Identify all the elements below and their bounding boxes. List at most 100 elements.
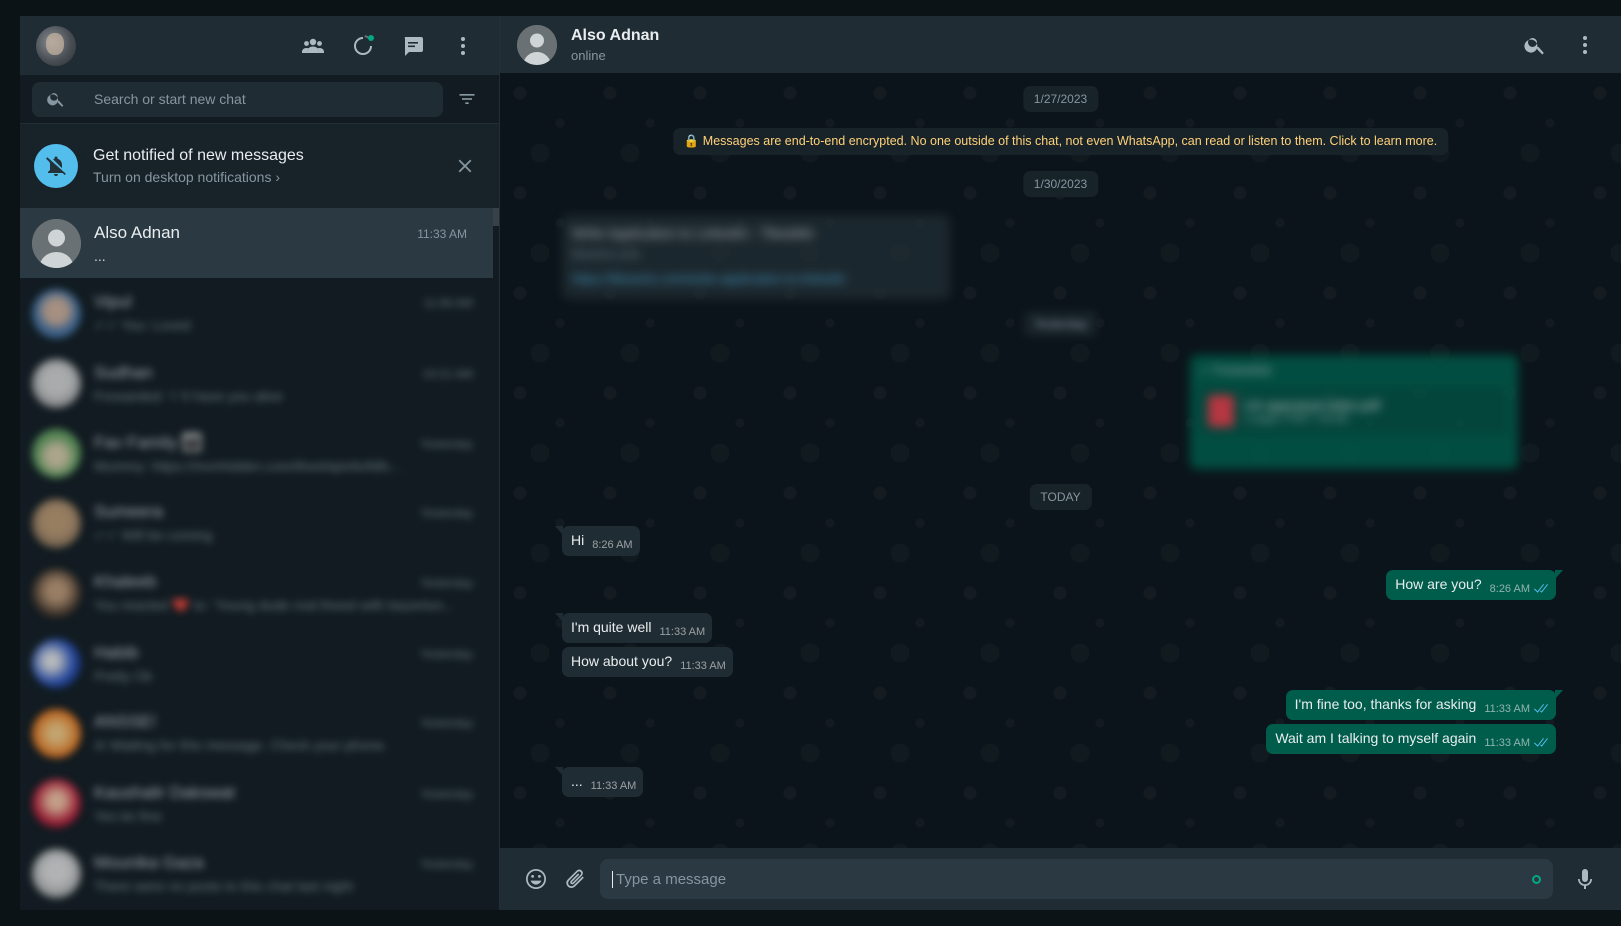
chat-name: Kaushalir Dakswat (94, 783, 235, 803)
chat-item[interactable]: Sudhan10:21 AM Forwarded: 'I 'II have yo… (20, 348, 499, 418)
filter-unread-button[interactable] (447, 79, 487, 119)
contact-avatar[interactable] (517, 25, 557, 65)
message-outgoing[interactable]: How are you? 8:26 AM (1386, 570, 1556, 600)
chat-item[interactable]: Fav Family 👨‍👩‍👦Yesterday Mummy: https:/… (20, 418, 499, 488)
chat-list-scrollbar[interactable] (493, 208, 499, 226)
notification-banner[interactable]: Get notified of new messages Turn on des… (20, 124, 499, 208)
sidebar-menu-button[interactable] (443, 26, 483, 66)
emoji-button[interactable] (516, 859, 556, 899)
chat-item[interactable]: ANSSE!Yesterday ⊘ Waiting for this messa… (20, 698, 499, 768)
message-meta: 8:26 AM (1490, 583, 1549, 595)
chat-item[interactable]: HabibYesterday Pretty Ok (20, 628, 499, 698)
link-title: Write Application to LinkedIn - TikeaMe (572, 225, 940, 241)
link-url: https://tikeame.com/write-application-to… (572, 271, 940, 286)
notification-text: Get notified of new messages Turn on des… (93, 147, 445, 185)
sidebar-actions (293, 26, 483, 66)
chat-body: HabibYesterday Pretty Ok (94, 628, 487, 698)
conversation-menu-button[interactable] (1565, 25, 1605, 65)
message-text: I'm quite well (571, 619, 651, 635)
chat-body: SumeeraYesterday ✓✓ Will be coming (94, 488, 487, 558)
date-separator: TODAY (1029, 484, 1091, 510)
document-card[interactable]: U4 appraisal letter.pdf 1 page • PDF • 9… (1200, 387, 1508, 435)
chat-item[interactable]: Kaushalir DakswatYesterday Yes ke fine (20, 768, 499, 838)
avatar (32, 569, 81, 618)
attach-icon (564, 867, 588, 891)
attach-button[interactable] (556, 859, 596, 899)
message-time: 11:33 AM (1484, 737, 1530, 749)
chat-time: Yesterday (420, 647, 473, 661)
chat-body: Kaushalir DakswatYesterday Yes ke fine (94, 768, 487, 838)
chat-preview: You reacted ❤️ to: 'Young dude nod theed… (94, 597, 473, 614)
message-area[interactable]: 1/27/2023 🔒 Messages are end-to-end encr… (500, 73, 1621, 848)
message-incoming[interactable]: ... 11:33 AM (562, 767, 643, 797)
bell-off-icon (44, 154, 68, 178)
blurred-document-message[interactable]: ✓ Forwarded U4 appraisal letter.pdf 1 pa… (1190, 355, 1518, 469)
chat-top: Mounika GazaYesterday (94, 853, 473, 873)
message-incoming[interactable]: How about you? 11:33 AM (562, 647, 733, 677)
chat-item-also-adnan[interactable]: Also Adnan 11:33 AM ... (20, 208, 493, 278)
blurred-link-message[interactable]: Write Application to LinkedIn - TikeaMe … (562, 215, 950, 299)
composer (500, 848, 1621, 910)
sidebar-header (20, 16, 499, 75)
chat-top: Also Adnan 11:33 AM (94, 223, 467, 243)
chat-item[interactable]: KhaleebYesterday You reacted ❤️ to: 'You… (20, 558, 499, 628)
conversation-actions (1515, 25, 1605, 65)
message-text: How about you? (571, 653, 672, 669)
read-ticks-icon (1533, 738, 1549, 749)
message-outgoing[interactable]: Wait am I talking to myself again 11:33 … (1266, 724, 1556, 754)
my-avatar[interactable] (36, 26, 76, 66)
avatar (32, 359, 81, 408)
read-ticks-icon (1533, 704, 1549, 715)
encryption-notice[interactable]: 🔒 Messages are end-to-end encrypted. No … (673, 128, 1448, 155)
chat-item[interactable]: Mounika GazaYesterday There were no post… (20, 838, 499, 908)
message-text: How are you? (1395, 576, 1481, 592)
status-button[interactable] (343, 26, 383, 66)
message-time: 8:26 AM (592, 539, 632, 551)
conversation-header[interactable]: Also Adnan online (500, 16, 1621, 73)
chat-name: Khaleeb (94, 572, 156, 592)
menu-icon (451, 34, 475, 58)
new-chat-button[interactable] (393, 26, 433, 66)
default-user-icon (517, 25, 557, 65)
search-input[interactable] (94, 91, 443, 107)
grammar-extension-dot[interactable] (1532, 875, 1541, 884)
message-outgoing[interactable]: I'm fine too, thanks for asking 11:33 AM (1286, 690, 1556, 720)
chat-name: Sudhan (94, 363, 153, 383)
chat-body: ANSSE!Yesterday ⊘ Waiting for this messa… (94, 698, 487, 768)
close-notification-button[interactable] (445, 146, 485, 186)
chat-time: Yesterday (420, 716, 473, 730)
contact-info[interactable]: Also Adnan online (571, 27, 659, 63)
message-time: 8:26 AM (1490, 583, 1530, 595)
chat-preview: Pretty Ok (94, 668, 473, 684)
message-incoming[interactable]: I'm quite well 11:33 AM (562, 613, 712, 643)
communities-button[interactable] (293, 26, 333, 66)
avatar (32, 639, 81, 688)
menu-icon (1573, 33, 1597, 57)
chat-time: 11:06 AM (423, 296, 473, 310)
search-messages-button[interactable] (1515, 25, 1555, 65)
chat-time: Yesterday (420, 787, 473, 801)
chat-item[interactable]: Vipul11:06 AM ✓✓ You: Loved (20, 278, 499, 348)
voice-message-button[interactable] (1565, 859, 1605, 899)
mic-icon (1573, 867, 1597, 891)
chat-item[interactable]: SumeeraYesterday ✓✓ Will be coming (20, 488, 499, 558)
chat-time: Yesterday (420, 857, 473, 871)
message-input[interactable] (612, 871, 1532, 888)
search-icon (46, 89, 66, 109)
message-input-wrapper (600, 859, 1553, 899)
enable-notifications-link[interactable]: Turn on desktop notifications › (93, 169, 445, 185)
avatar (32, 289, 81, 338)
message-time: 11:33 AM (1484, 703, 1530, 715)
message-time: 11:33 AM (659, 626, 705, 638)
avatar (32, 429, 81, 478)
chat-preview: ⊘ Waiting for this message. Check your p… (94, 737, 473, 754)
chat-body: Mounika GazaYesterday There were no post… (94, 838, 487, 908)
date-separator: 1/27/2023 (1023, 86, 1098, 112)
chat-body: Sudhan10:21 AM Forwarded: 'I 'II have yo… (94, 348, 487, 418)
message-incoming[interactable]: Hi 8:26 AM (562, 526, 640, 556)
chat-top: Sudhan10:21 AM (94, 363, 473, 383)
sidebar: Get notified of new messages Turn on des… (20, 16, 500, 910)
conversation-panel: Also Adnan online 1/27/2023 🔒 Messages a… (500, 16, 1621, 910)
avatar (32, 499, 81, 548)
chat-body: Fav Family 👨‍👩‍👦Yesterday Mummy: https:/… (94, 418, 487, 488)
